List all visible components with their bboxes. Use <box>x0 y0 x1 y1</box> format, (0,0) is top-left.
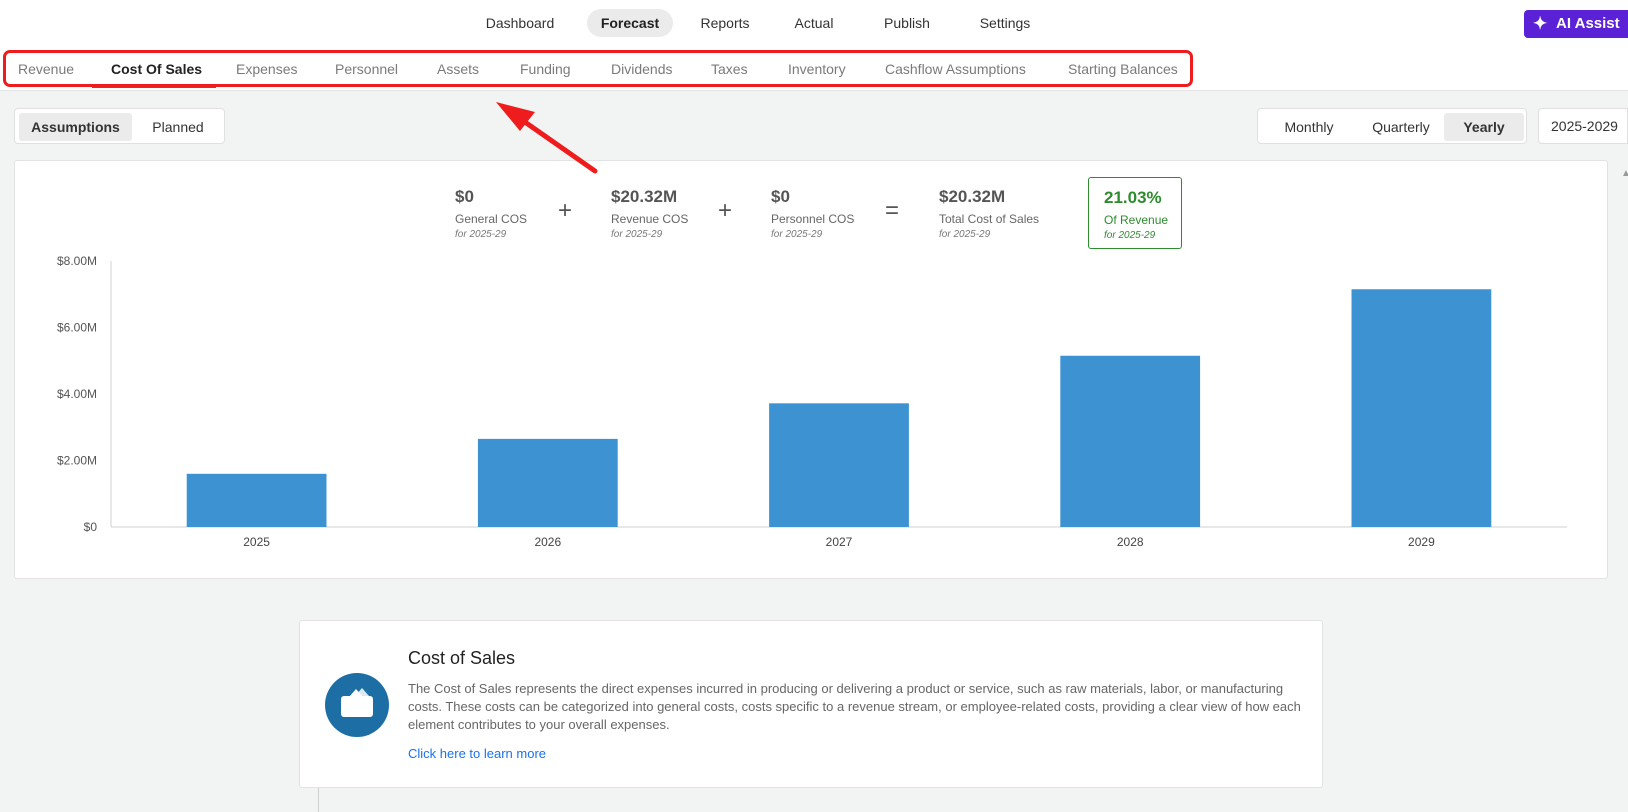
total-cos-period: for 2025-29 <box>939 229 991 240</box>
quarterly-toggle[interactable]: Quarterly <box>1356 113 1446 141</box>
ai-assist-button[interactable]: ✦ AI Assist <box>1524 10 1628 38</box>
of-revenue-label: Of Revenue <box>1104 213 1169 227</box>
annotation-arrow-head <box>496 102 535 131</box>
nav-forecast[interactable]: Forecast <box>587 9 673 37</box>
personnel-cos-period: for 2025-29 <box>771 229 823 240</box>
view-toggle: Assumptions Planned <box>14 108 225 144</box>
wallet-icon <box>325 673 389 737</box>
y-tick-label: $8.00M <box>57 254 97 268</box>
x-tick-label: 2025 <box>243 535 270 549</box>
revenue-cos-value: $20.32M <box>611 187 678 206</box>
general-cos-value: $0 <box>455 187 474 206</box>
divider-line <box>318 788 319 812</box>
of-revenue-value: 21.03% <box>1104 188 1162 207</box>
sparkle-icon: ✦ <box>1533 14 1548 33</box>
date-range-selector[interactable]: 2025-2029 <box>1538 108 1628 144</box>
ai-assist-label: AI Assist <box>1556 15 1620 32</box>
total-cos-summary: $20.32M Total Cost of Sales for 2025-29 <box>939 187 1039 240</box>
y-tick-label: $2.00M <box>57 454 97 468</box>
total-cos-label: Total Cost of Sales <box>939 212 1040 226</box>
planned-toggle[interactable]: Planned <box>138 113 218 141</box>
x-tick-label: 2029 <box>1408 535 1435 549</box>
bar-2027 <box>769 403 909 527</box>
bar-2026 <box>477 438 618 527</box>
bar-2025 <box>186 473 327 527</box>
y-tick-label: $6.00M <box>57 321 97 335</box>
bar-2028 <box>1060 355 1201 527</box>
yearly-toggle[interactable]: Yearly <box>1444 113 1524 141</box>
general-cos-period: for 2025-29 <box>455 229 507 240</box>
nav-settings[interactable]: Settings <box>967 9 1043 37</box>
x-tick-label: 2028 <box>1117 535 1144 549</box>
of-revenue-summary: 21.03% Of Revenue for 2025-29 <box>1088 177 1182 249</box>
monthly-toggle[interactable]: Monthly <box>1266 113 1352 141</box>
cost-of-sales-info-card: Cost of Sales The Cost of Sales represen… <box>299 620 1323 788</box>
bar-2029 <box>1351 289 1492 527</box>
info-title: Cost of Sales <box>408 648 516 668</box>
x-tick-label: 2026 <box>534 535 561 549</box>
scroll-indicator: ▲ <box>1621 168 1628 179</box>
total-cos-value: $20.32M <box>939 187 1006 206</box>
personnel-cos-value: $0 <box>771 187 790 206</box>
nav-reports[interactable]: Reports <box>688 9 762 37</box>
annotation-highlight-box <box>3 50 1193 87</box>
personnel-cos-summary: $0 Personnel COS for 2025-29 <box>771 187 854 240</box>
nav-actual[interactable]: Actual <box>782 9 846 37</box>
assumptions-toggle[interactable]: Assumptions <box>19 113 132 141</box>
of-revenue-period: for 2025-29 <box>1104 230 1156 241</box>
personnel-cos-label: Personnel COS <box>771 212 855 226</box>
general-cos-label: General COS <box>455 212 528 226</box>
period-toggle: Monthly Quarterly Yearly <box>1257 108 1527 144</box>
info-description: The Cost of Sales represents the direct … <box>408 681 1301 732</box>
revenue-cos-label: Revenue COS <box>611 212 689 226</box>
y-tick-label: $4.00M <box>57 387 97 401</box>
x-tick-label: 2027 <box>826 535 853 549</box>
y-tick-label: $0 <box>84 520 98 534</box>
revenue-cos-period: for 2025-29 <box>611 229 663 240</box>
plus-operator: + <box>718 197 733 224</box>
equals-operator: = <box>885 197 900 224</box>
nav-publish[interactable]: Publish <box>872 9 942 37</box>
learn-more-link[interactable]: Click here to learn more <box>408 746 546 761</box>
plus-operator: + <box>558 197 573 224</box>
top-navigation-bar: Dashboard Forecast Reports Actual Publis… <box>0 0 1628 49</box>
general-cos-summary: $0 General COS for 2025-29 <box>455 187 527 240</box>
revenue-cos-summary: $20.32M Revenue COS for 2025-29 <box>611 187 688 240</box>
nav-dashboard[interactable]: Dashboard <box>474 9 566 37</box>
